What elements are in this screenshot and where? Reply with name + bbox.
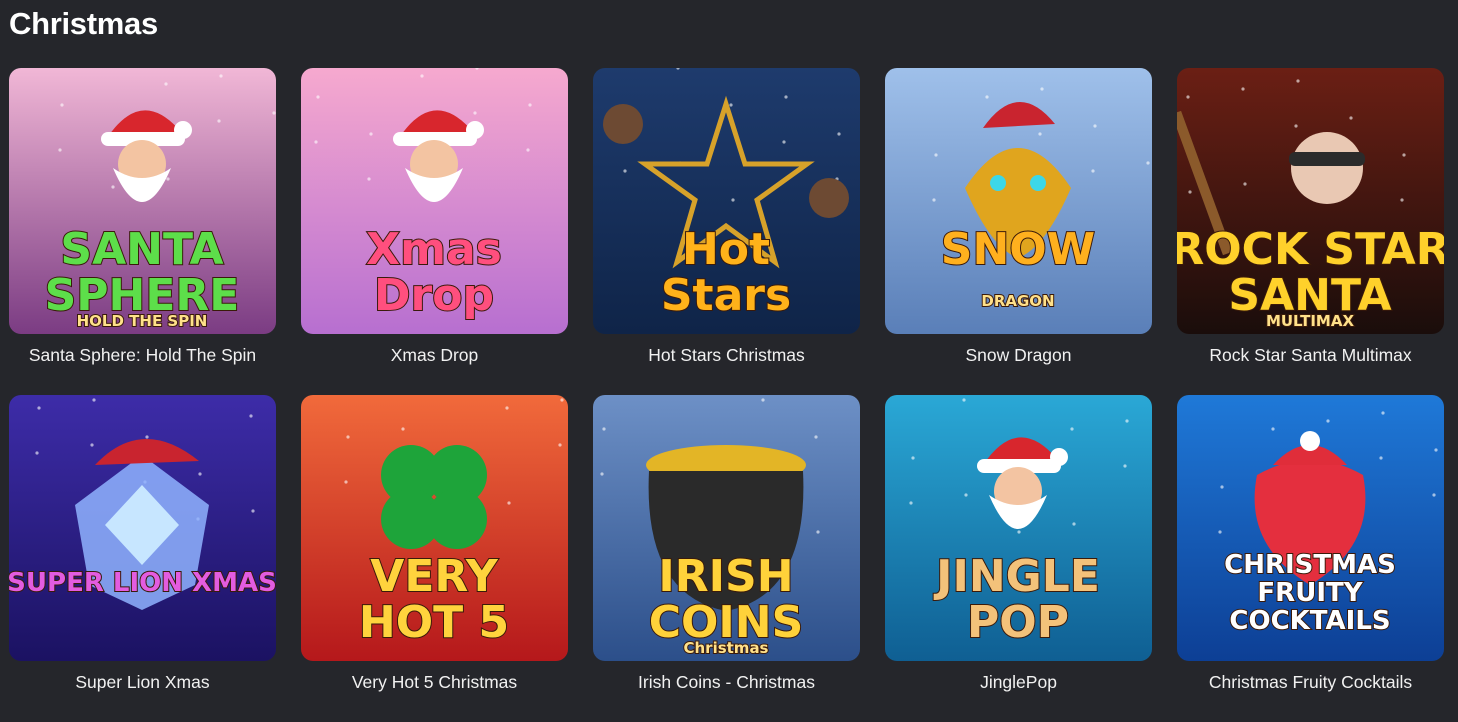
game-card[interactable]: CHRISTMAS FRUITY COCKTAILS Christmas Fruit… (1177, 395, 1444, 722)
art-title-line: Xmas (366, 224, 502, 275)
game-art: XmasDrop (301, 68, 568, 334)
art-title-line: SUPER LION XMAS (9, 568, 276, 598)
game-title[interactable]: JinglePop (885, 672, 1152, 693)
art-title-line: SANTA (60, 224, 223, 275)
game-title[interactable]: Rock Star Santa Multimax (1177, 345, 1444, 366)
game-title[interactable]: Irish Coins - Christmas (593, 672, 860, 693)
art-title-line: CHRISTMAS (1224, 550, 1396, 580)
game-card[interactable]: IRISH COINS Christmas Irish Coins - Christ… (593, 395, 860, 722)
art-subtitle: HOLD THE SPIN (77, 312, 208, 330)
art-title-line: COCKTAILS (1229, 606, 1390, 636)
game-card[interactable]: ROCK STAR SANTA MULTIMAX Rock Star Santa M… (1177, 68, 1444, 395)
art-title-line: JINGLE (933, 551, 1100, 602)
art-title-line: ROCK STAR (1177, 224, 1444, 275)
game-card[interactable]: Xmas Drop Xmas Drop (301, 68, 568, 395)
art-title-line: HOT 5 (359, 597, 509, 648)
game-title[interactable]: Snow Dragon (885, 345, 1152, 366)
game-art: VERYHOT 5 (301, 395, 568, 661)
art-title-line: FRUITY (1257, 578, 1363, 608)
game-art: SUPER LION XMAS (9, 395, 276, 661)
game-art: SNOW DRAGON (885, 68, 1152, 334)
game-thumbnail[interactable]: JINGLE POP (885, 395, 1152, 661)
game-title[interactable]: Very Hot 5 Christmas (301, 672, 568, 693)
game-title[interactable]: Hot Stars Christmas (593, 345, 860, 366)
art-title-line: POP (967, 597, 1069, 648)
game-thumbnail[interactable]: Hot Stars (593, 68, 860, 334)
game-card[interactable]: VERY HOT 5 Very Hot 5 Christmas (301, 395, 568, 722)
art-subtitle: Christmas (683, 639, 768, 657)
art-title-line: Stars (661, 270, 791, 321)
art-title-line: VERY (370, 551, 499, 602)
game-thumbnail[interactable]: SANTA SPHERE HOLD THE SPIN (9, 68, 276, 334)
game-card[interactable]: SNOW DRAGON Snow Dragon (885, 68, 1152, 395)
game-art: CHRISTMASFRUITYCOCKTAILS (1177, 395, 1444, 661)
game-art: SANTASPHEREHOLD THE SPIN (9, 68, 276, 334)
game-thumbnail[interactable]: VERY HOT 5 (301, 395, 568, 661)
game-art: JINGLEPOP (885, 395, 1152, 661)
game-thumbnail[interactable]: ROCK STAR SANTA MULTIMAX (1177, 68, 1444, 334)
game-grid: SANTA SPHERE HOLD THE SPIN Santa Sphere: H… (9, 68, 1444, 722)
game-card[interactable]: SUPER LION XMAS Super Lion Xmas (9, 395, 276, 722)
game-title[interactable]: Xmas Drop (301, 345, 568, 366)
game-art: ROCK STARSANTAMULTIMAX (1177, 68, 1444, 334)
game-art: IRISHCOINSChristmas (593, 395, 860, 661)
art-title-line: SNOW (941, 224, 1095, 275)
art-title-line: Hot (682, 224, 770, 275)
game-thumbnail[interactable]: SUPER LION XMAS (9, 395, 276, 661)
game-thumbnail[interactable]: IRISH COINS Christmas (593, 395, 860, 661)
game-thumbnail[interactable]: CHRISTMAS FRUITY COCKTAILS (1177, 395, 1444, 661)
art-subtitle: MULTIMAX (1266, 312, 1355, 330)
game-title[interactable]: Santa Sphere: Hold The Spin (9, 345, 276, 366)
art-title-line: Drop (374, 270, 494, 321)
game-card[interactable]: SANTA SPHERE HOLD THE SPIN Santa Sphere: H… (9, 68, 276, 395)
game-title[interactable]: Super Lion Xmas (9, 672, 276, 693)
game-art: HotStars (593, 68, 860, 334)
art-title-line: IRISH (658, 551, 793, 602)
game-title[interactable]: Christmas Fruity Cocktails (1177, 672, 1444, 693)
game-thumbnail[interactable]: Xmas Drop (301, 68, 568, 334)
game-thumbnail[interactable]: SNOW DRAGON (885, 68, 1152, 334)
game-card[interactable]: JINGLE POP JinglePop (885, 395, 1152, 722)
game-card[interactable]: Hot Stars Hot Stars Christmas (593, 68, 860, 395)
section-title: Christmas (9, 6, 158, 41)
art-subtitle: DRAGON (981, 292, 1054, 310)
